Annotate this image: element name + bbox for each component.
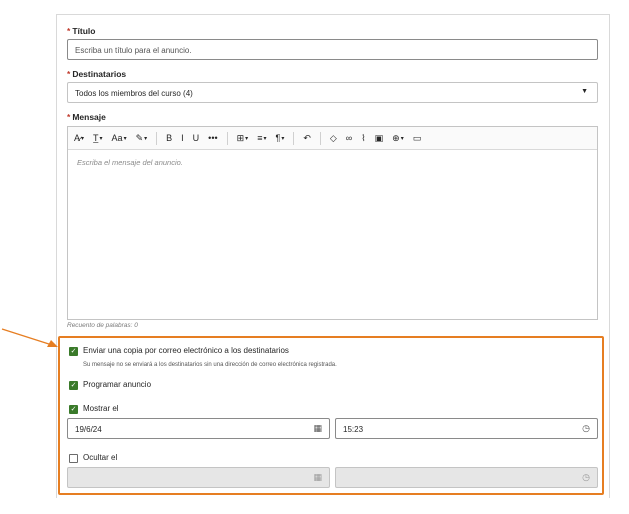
align-icon[interactable]: ≡: [257, 133, 262, 143]
show-date-input[interactable]: 19/6/24 ▦: [67, 418, 330, 439]
underline-icon[interactable]: U: [193, 133, 200, 143]
show-checkbox[interactable]: ✓: [69, 405, 78, 414]
toolbar-divider: [293, 131, 295, 145]
caret-down-icon: ▾: [245, 135, 249, 142]
image-icon[interactable]: ▣: [375, 133, 384, 143]
email-copy-checkbox[interactable]: ✓: [69, 347, 78, 356]
message-editor[interactable]: A̷ ▾ T̲ ▾ Aa ▾ ✎ ▾ B I U ••• ⊞ ▾ ≡ ▾ ¶ ▾ ↶ ◇ ∞ ⌇ ▣ ⊕ ▾ ▭ Escriba …: [67, 126, 598, 320]
paragraph-format-icon[interactable]: T̲: [93, 133, 99, 143]
caret-down-icon: ▾: [281, 135, 285, 142]
font-size-icon[interactable]: Aa: [112, 133, 123, 143]
recipients-value: Todos los miembros del curso (4): [75, 89, 193, 98]
show-date-value: 19/6/24: [75, 425, 102, 434]
italic-icon[interactable]: I: [181, 133, 184, 143]
insert-icon[interactable]: ⊕: [392, 133, 400, 143]
title-placeholder: Escriba un título para el anuncio.: [75, 46, 192, 55]
more-icon[interactable]: •••: [208, 133, 217, 143]
media-icon[interactable]: ▭: [413, 133, 422, 143]
caret-down-icon: ▾: [99, 135, 103, 142]
hide-label: Ocultar el: [83, 453, 118, 462]
hide-checkbox[interactable]: [69, 454, 78, 463]
schedule-checkbox[interactable]: ✓: [69, 381, 78, 390]
undo-icon[interactable]: ↶: [303, 133, 311, 143]
recipients-select[interactable]: Todos los miembros del curso (4) ▼: [67, 82, 598, 103]
show-time-value: 15:23: [343, 425, 364, 434]
eraser-icon[interactable]: ◇: [330, 133, 337, 143]
clock-icon: ◷: [582, 472, 590, 482]
message-placeholder: Escriba el mensaje del anuncio.: [77, 158, 183, 167]
show-label: Mostrar el: [83, 404, 119, 413]
clock-icon[interactable]: ◷: [582, 423, 590, 434]
caret-down-icon: ▾: [123, 135, 127, 142]
table-icon[interactable]: ⊞: [237, 133, 245, 143]
caret-down-icon: ▾: [400, 135, 404, 142]
attachment-icon[interactable]: ⌇: [361, 133, 365, 143]
hide-date-input: ▦: [67, 467, 330, 488]
toolbar-divider: [226, 131, 228, 145]
toolbar-divider: [156, 131, 158, 145]
title-label: * Título: [67, 26, 96, 36]
calendar-icon: ▦: [313, 472, 322, 482]
recipients-label: * Destinatarios: [67, 69, 127, 79]
word-count: Recuento de palabras: 0: [67, 322, 138, 329]
schedule-label: Programar anuncio: [83, 380, 152, 389]
caret-down-icon: ▼: [581, 88, 588, 95]
link-icon[interactable]: ∞: [346, 133, 352, 143]
text-color-icon[interactable]: ✎: [136, 133, 144, 143]
caret-down-icon: ▾: [81, 135, 85, 142]
toolbar-divider: [319, 131, 321, 145]
calendar-icon[interactable]: ▦: [313, 423, 322, 434]
text-style-icon[interactable]: A̷: [74, 133, 80, 143]
title-input[interactable]: Escriba un título para el anuncio.: [67, 39, 598, 60]
caret-down-icon: ▾: [263, 135, 267, 142]
hide-time-input: ◷: [335, 467, 598, 488]
caret-down-icon: ▾: [144, 135, 148, 142]
paragraph-icon[interactable]: ¶: [275, 133, 280, 143]
editor-toolbar: A̷ ▾ T̲ ▾ Aa ▾ ✎ ▾ B I U ••• ⊞ ▾ ≡ ▾ ¶ ▾ ↶ ◇ ∞ ⌇ ▣ ⊕ ▾ ▭: [68, 127, 597, 150]
bold-icon[interactable]: B: [166, 133, 172, 143]
highlight-arrow-icon: [1, 328, 58, 347]
message-label: * Mensaje: [67, 112, 106, 122]
show-time-input[interactable]: 15:23 ◷: [335, 418, 598, 439]
email-note: Su mensaje no se enviará a los destinata…: [83, 362, 337, 368]
email-copy-label: Enviar una copia por correo electrónico …: [83, 346, 289, 355]
